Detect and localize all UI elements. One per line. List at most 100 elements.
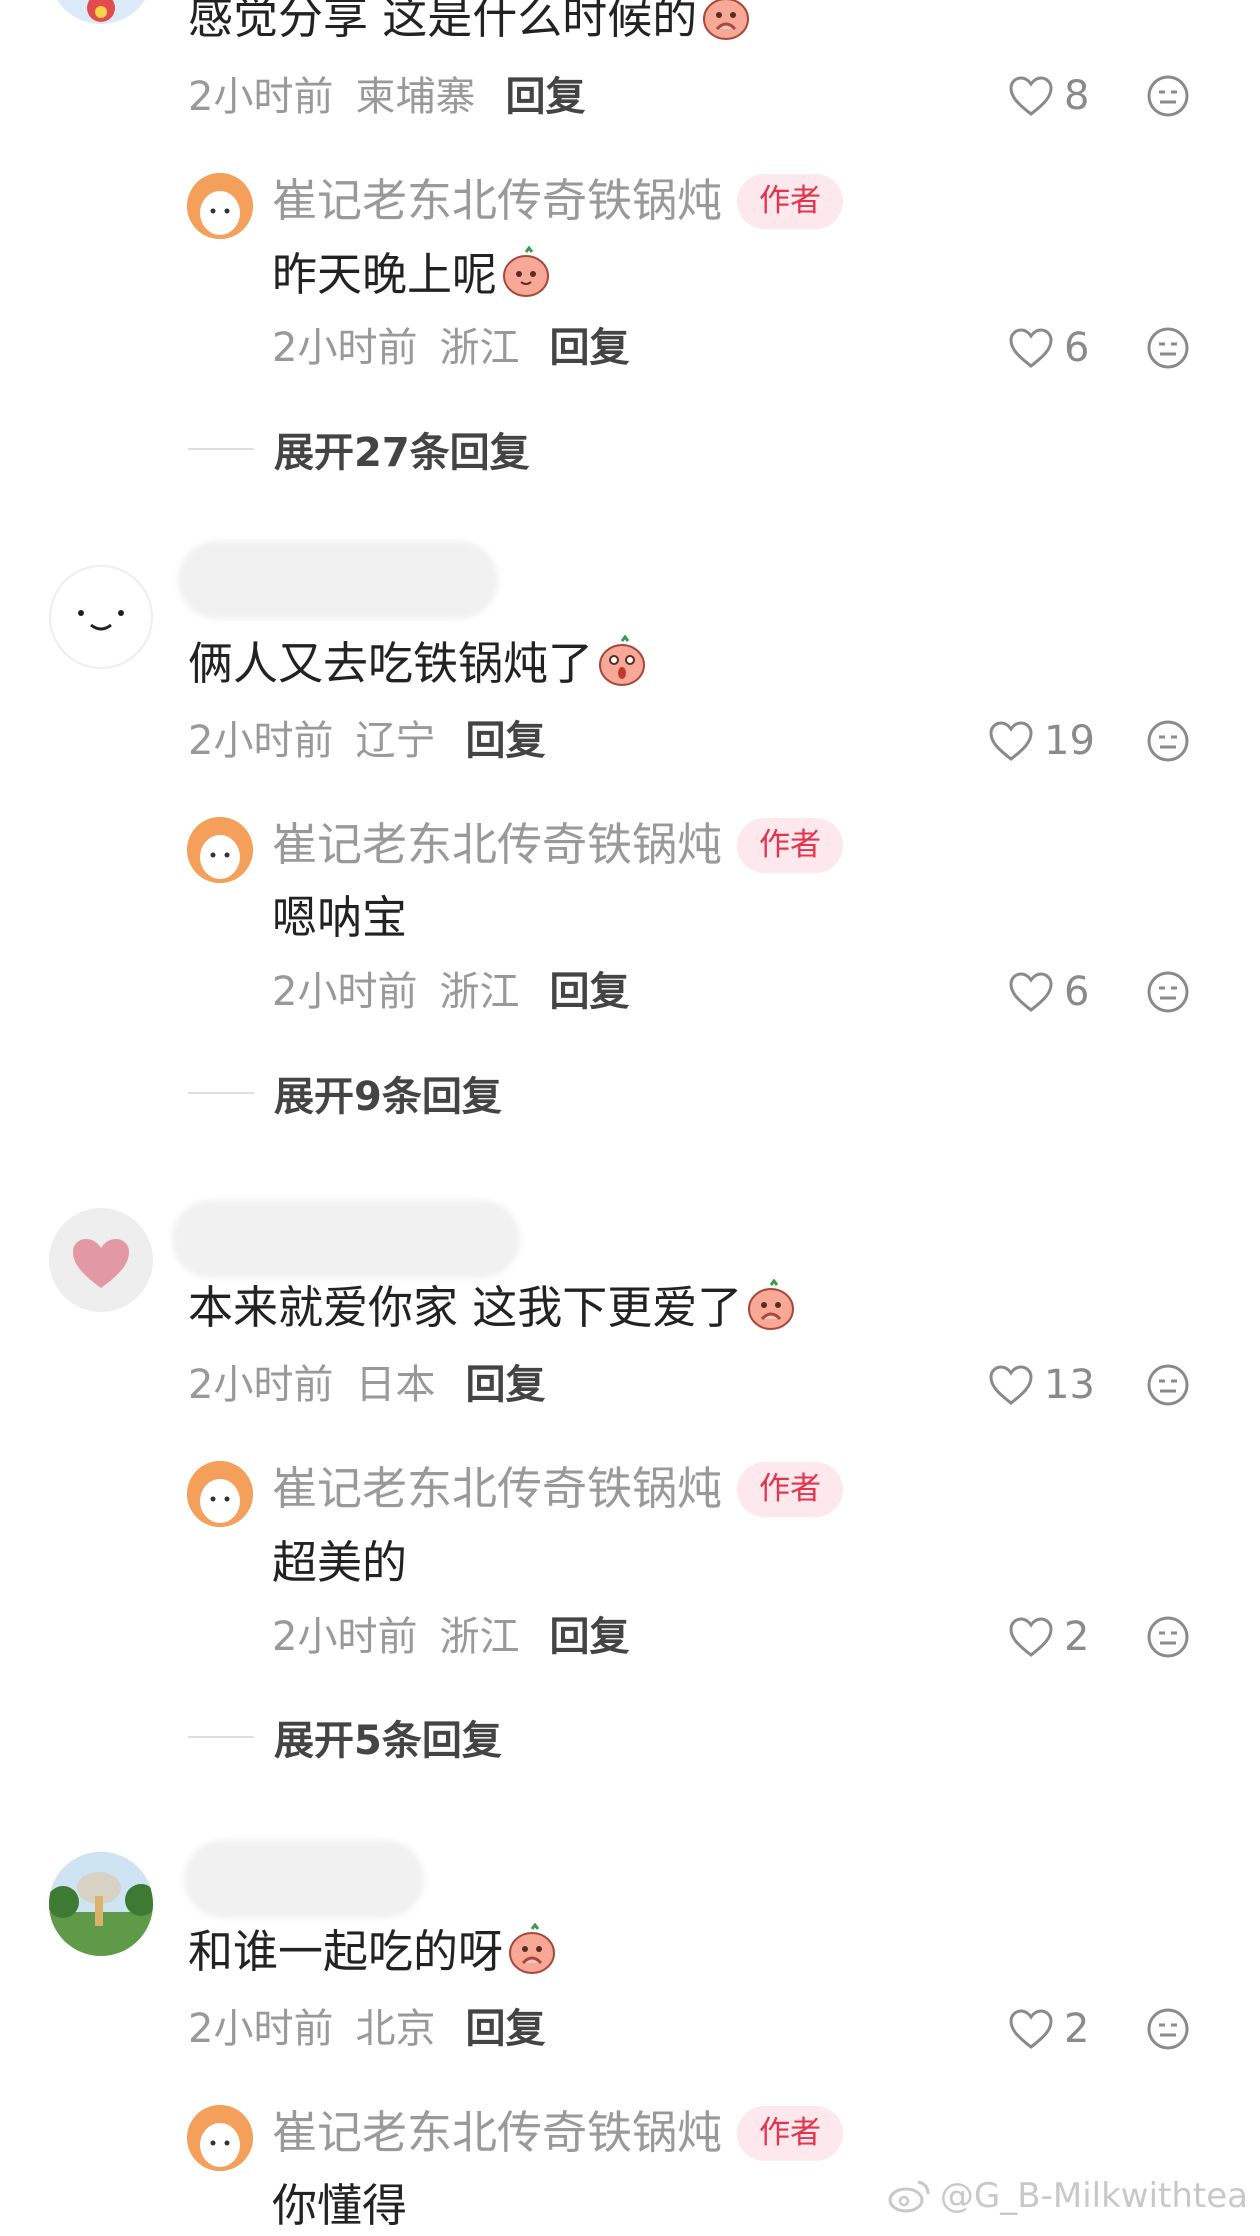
avatar-image <box>187 817 253 883</box>
author-avatar[interactable] <box>187 2105 253 2171</box>
reply-text: 嗯呐宝 <box>272 891 408 944</box>
comment-location: 北京 <box>355 2006 436 2052</box>
avatar-image <box>187 173 253 239</box>
reply-meta: 2小时前 浙江 回复 <box>272 1610 629 1664</box>
dislike-button[interactable] <box>1146 2007 1190 2051</box>
blurred-username <box>184 1840 424 1918</box>
reply-text: 昨天晚上呢 <box>272 245 551 313</box>
heart-icon <box>1009 1617 1053 1657</box>
comment-meta: 2小时前 日本 回复 <box>188 1358 545 1412</box>
reply-text: 超美的 <box>272 1536 408 1589</box>
reply-button[interactable]: 回复 <box>465 1362 545 1408</box>
neutral-face-icon <box>1147 75 1189 117</box>
expand-replies-label: 展开9条回复 <box>274 1074 502 1120</box>
watermark-text: @G_B-Milkwithtea <box>939 2176 1248 2216</box>
comment-location: 辽宁 <box>355 718 436 764</box>
reply-location: 浙江 <box>439 1614 520 1660</box>
reply-button[interactable]: 回复 <box>549 1614 629 1660</box>
like-button[interactable]: 6 <box>1008 962 1089 1022</box>
reply-meta: 2小时前 浙江 回复 <box>272 321 629 375</box>
comment-location: 日本 <box>355 1362 436 1408</box>
reply-button[interactable]: 回复 <box>465 718 545 764</box>
like-count: 8 <box>1064 73 1090 119</box>
neutral-face-icon <box>1147 720 1189 762</box>
surprised-emoji-icon <box>597 634 647 702</box>
reply-location: 浙江 <box>439 325 520 371</box>
like-button[interactable]: 2 <box>1008 1999 1089 2059</box>
dislike-button[interactable] <box>1146 326 1190 370</box>
reply-time: 2小时前 <box>272 1614 418 1660</box>
commenter-avatar[interactable] <box>49 565 153 669</box>
neutral-face-icon <box>1147 327 1189 369</box>
comment-time: 2小时前 <box>188 2006 334 2052</box>
shy-emoji-icon <box>701 0 751 56</box>
reply-button[interactable]: 回复 <box>505 74 585 120</box>
author-name[interactable]: 崔记老东北传奇铁锅炖 <box>272 172 722 230</box>
dislike-button[interactable] <box>1146 719 1190 763</box>
comment-text: 和谁一起吃的呀 <box>188 1922 557 1990</box>
divider-line <box>188 448 254 450</box>
expand-replies-button[interactable]: 展开27条回复 <box>188 420 530 478</box>
author-avatar[interactable] <box>187 817 253 883</box>
like-count: 6 <box>1064 969 1090 1015</box>
expand-replies-button[interactable]: 展开9条回复 <box>188 1064 502 1122</box>
divider-line <box>188 1092 254 1094</box>
reply-button[interactable]: 回复 <box>549 325 629 371</box>
author-avatar[interactable] <box>187 1461 253 1527</box>
dislike-button[interactable] <box>1146 74 1190 118</box>
like-button[interactable]: 8 <box>1008 66 1089 126</box>
author-badge: 作者 <box>737 174 843 229</box>
avatar-image <box>187 2105 253 2171</box>
like-count: 13 <box>1044 1362 1095 1408</box>
like-button[interactable]: 2 <box>1008 1607 1089 1667</box>
like-button[interactable]: 19 <box>988 711 1095 771</box>
heart-icon <box>1009 76 1053 116</box>
comment-time: 2小时前 <box>188 1362 334 1408</box>
watermark: @G_B-Milkwithtea <box>888 2176 1248 2216</box>
reply-meta: 2小时前 浙江 回复 <box>272 965 629 1019</box>
author-badge: 作者 <box>737 2106 843 2161</box>
like-count: 2 <box>1064 2006 1090 2052</box>
comment-meta: 2小时前 辽宁 回复 <box>188 714 545 768</box>
expand-replies-label: 展开5条回复 <box>274 1718 502 1764</box>
author-name[interactable]: 崔记老东北传奇铁锅炖 <box>272 816 722 874</box>
author-avatar[interactable] <box>187 173 253 239</box>
comment-meta: 2小时前 柬埔寨 回复 <box>188 70 585 124</box>
like-count: 19 <box>1044 718 1095 764</box>
avatar-image <box>187 1461 253 1527</box>
heart-icon <box>1009 2009 1053 2049</box>
heart-icon <box>1009 972 1053 1012</box>
commenter-avatar[interactable] <box>49 1852 153 1956</box>
comment-location: 柬埔寨 <box>355 74 476 120</box>
reply-button[interactable]: 回复 <box>549 969 629 1015</box>
reply-button[interactable]: 回复 <box>465 2006 545 2052</box>
reply-time: 2小时前 <box>272 325 418 371</box>
like-button[interactable]: 6 <box>1008 318 1089 378</box>
avatar-image <box>49 1852 153 1956</box>
avatar-image <box>78 610 124 631</box>
reply-time: 2小时前 <box>272 969 418 1015</box>
comment-text: 俩人又去吃铁锅炖了 <box>188 634 647 702</box>
comment-time: 2小时前 <box>188 718 334 764</box>
like-button[interactable]: 13 <box>988 1355 1095 1415</box>
author-name[interactable]: 崔记老东北传奇铁锅炖 <box>272 2104 722 2162</box>
neutral-face-icon <box>1147 1616 1189 1658</box>
avatar-image <box>49 1208 153 1312</box>
commenter-avatar[interactable] <box>49 0 153 24</box>
dislike-button[interactable] <box>1146 970 1190 1014</box>
expand-replies-button[interactable]: 展开5条回复 <box>188 1708 502 1766</box>
author-name[interactable]: 崔记老东北传奇铁锅炖 <box>272 1460 722 1518</box>
blurred-username <box>172 1200 520 1278</box>
dislike-button[interactable] <box>1146 1363 1190 1407</box>
blurred-username <box>178 541 498 619</box>
dislike-button[interactable] <box>1146 1615 1190 1659</box>
comment-text: 感觉分享 这是什么时候的 <box>188 0 751 56</box>
neutral-face-icon <box>1147 1364 1189 1406</box>
commenter-avatar[interactable] <box>49 1208 153 1312</box>
comment-time: 2小时前 <box>188 74 334 120</box>
shy-emoji-icon <box>746 1278 796 1346</box>
comment-text: 本来就爱你家 这我下更爱了 <box>188 1278 796 1346</box>
reply-location: 浙江 <box>439 969 520 1015</box>
avatar-image <box>57 0 145 24</box>
reply-text: 你懂得 <box>272 2179 408 2232</box>
